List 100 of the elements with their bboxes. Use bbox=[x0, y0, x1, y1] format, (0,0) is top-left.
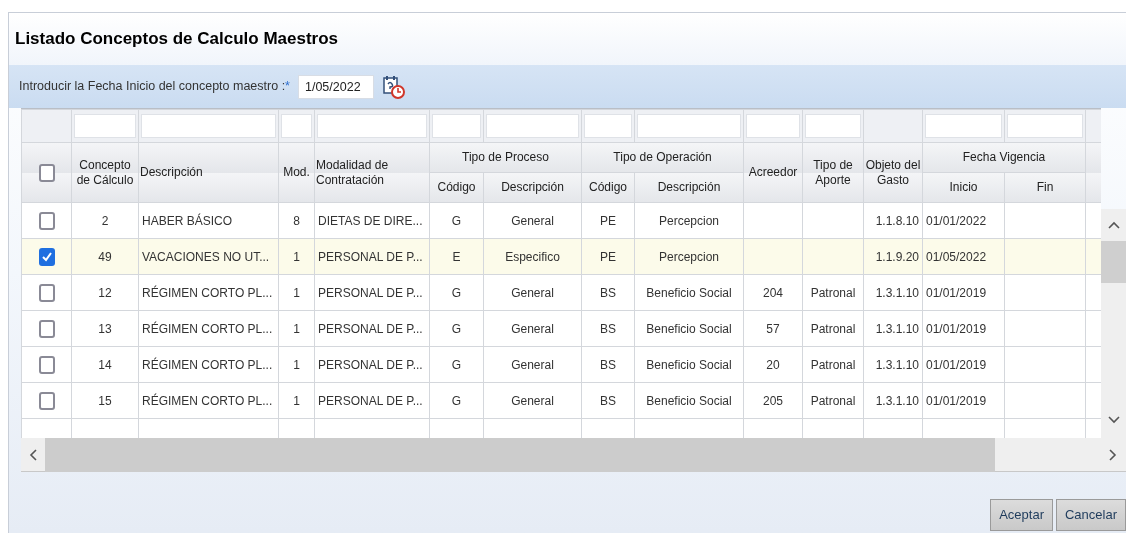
column-header: Tipo de Proceso bbox=[429, 142, 582, 173]
table-cell: 1 bbox=[293, 393, 300, 408]
table-cell: 1.3.1.10 bbox=[875, 393, 919, 408]
column-header: Inicio bbox=[922, 172, 1005, 203]
table-cell: PERSONAL DE P... bbox=[318, 393, 423, 408]
table-cell: PERSONAL DE P... bbox=[318, 357, 423, 372]
checkbox[interactable] bbox=[38, 319, 55, 338]
table-cell: 1.1.9.20 bbox=[875, 249, 919, 264]
column-header: Descripción bbox=[138, 142, 279, 203]
table-cell: 01/01/2019 bbox=[926, 393, 987, 408]
date-label: Introducir la Fecha Inicio del concepto maestro :* bbox=[19, 78, 290, 96]
column-header: Descripción bbox=[483, 172, 582, 203]
table-cell: General bbox=[511, 393, 554, 408]
table-cell: 20 bbox=[766, 357, 780, 372]
table-cell: 1 bbox=[293, 357, 300, 372]
table-cell: E bbox=[452, 249, 461, 264]
filter-field[interactable] bbox=[486, 114, 579, 138]
table-cell: 1 bbox=[293, 285, 300, 300]
table-cell: Patronal bbox=[810, 285, 856, 300]
table-cell: 1 bbox=[293, 249, 300, 264]
column-header: Concepto de Cálculo bbox=[71, 142, 139, 203]
table-cell: Beneficio Social bbox=[646, 393, 732, 408]
table-cell: G bbox=[451, 321, 462, 336]
table-cell: 1.3.1.10 bbox=[875, 357, 919, 372]
table-cell: Beneficio Social bbox=[646, 357, 732, 372]
table-cell: PE bbox=[600, 213, 616, 228]
checkbox[interactable] bbox=[38, 391, 55, 410]
filter-field[interactable] bbox=[432, 114, 481, 138]
table-cell: General bbox=[511, 285, 554, 300]
table-cell: 13 bbox=[98, 321, 112, 336]
table-cell: 57 bbox=[766, 321, 780, 336]
checkbox[interactable] bbox=[38, 163, 55, 182]
checkbox[interactable] bbox=[38, 283, 55, 302]
column-header: Código bbox=[429, 172, 484, 203]
date-field[interactable]: 1/05/2022 bbox=[298, 74, 374, 99]
filter-field[interactable] bbox=[317, 114, 427, 138]
filter-field[interactable] bbox=[925, 114, 1002, 138]
table-cell: G bbox=[451, 285, 462, 300]
filter-field[interactable] bbox=[141, 114, 276, 138]
table-cell: BS bbox=[600, 393, 616, 408]
table-cell: Patronal bbox=[810, 357, 856, 372]
filter-field[interactable] bbox=[281, 114, 312, 138]
table-cell: 15 bbox=[98, 393, 112, 408]
filter-field[interactable] bbox=[1007, 114, 1083, 138]
table-cell: DIETAS DE DIRE... bbox=[318, 213, 423, 228]
table-cell: 01/01/2019 bbox=[926, 357, 987, 372]
scrollbar-thumb[interactable] bbox=[45, 437, 995, 472]
table-cell: 01/05/2022 bbox=[926, 249, 987, 264]
table-cell: Patronal bbox=[810, 393, 856, 408]
vertical-scrollbar[interactable] bbox=[1101, 209, 1126, 438]
table-cell: RÉGIMEN CORTO PL... bbox=[142, 285, 273, 300]
column-header: Modalidad de Contratación bbox=[314, 142, 430, 203]
checkbox[interactable] bbox=[38, 211, 55, 230]
table-cell: G bbox=[451, 393, 462, 408]
filter-field[interactable] bbox=[74, 114, 136, 138]
table-cell: 01/01/2019 bbox=[926, 285, 987, 300]
filter-field[interactable] bbox=[637, 114, 741, 138]
scroll-up-icon[interactable] bbox=[1108, 221, 1120, 229]
table-cell: 01/01/2019 bbox=[926, 321, 987, 336]
table-cell: Especifico bbox=[505, 249, 560, 264]
table-cell: PE bbox=[600, 249, 616, 264]
table-cell: 204 bbox=[763, 285, 783, 300]
table-cell: 2 bbox=[101, 213, 109, 228]
table-cell: 01/01/2022 bbox=[926, 213, 987, 228]
horizontal-scrollbar[interactable] bbox=[21, 438, 1126, 472]
scroll-left-icon[interactable] bbox=[29, 448, 37, 461]
table-cell: PERSONAL DE P... bbox=[318, 249, 423, 264]
dialog-button[interactable]: Aceptar bbox=[990, 499, 1053, 531]
checkbox[interactable] bbox=[38, 247, 55, 266]
filter-field[interactable] bbox=[584, 114, 632, 138]
dialog-title: Listado Conceptos de Calculo Maestros bbox=[15, 28, 339, 51]
table-cell: General bbox=[511, 357, 554, 372]
table-cell: 1.1.8.10 bbox=[875, 213, 919, 228]
table-cell: RÉGIMEN CORTO PL... bbox=[142, 357, 273, 372]
table-cell: G bbox=[451, 357, 462, 372]
table-cell: RÉGIMEN CORTO PL... bbox=[142, 393, 273, 408]
scroll-down-icon[interactable] bbox=[1108, 416, 1120, 424]
column-header: Fecha Vigencia bbox=[922, 142, 1086, 173]
column-header: Tipo de Operación bbox=[581, 142, 744, 173]
filter-field[interactable] bbox=[805, 114, 861, 138]
table-cell: Beneficio Social bbox=[646, 285, 732, 300]
scroll-right-icon[interactable] bbox=[1109, 448, 1117, 461]
filter-field[interactable] bbox=[746, 114, 800, 138]
table-cell: G bbox=[451, 213, 462, 228]
column-header: Mod. bbox=[278, 142, 315, 203]
table-cell: Beneficio Social bbox=[646, 321, 732, 336]
table-cell: Percepcion bbox=[658, 249, 719, 264]
table-cell: 8 bbox=[293, 213, 300, 228]
table-cell: 205 bbox=[763, 393, 783, 408]
table-cell: 49 bbox=[98, 249, 112, 264]
column-header: Objeto del Gasto bbox=[863, 142, 923, 203]
dialog-button[interactable]: Cancelar bbox=[1055, 499, 1126, 531]
scrollbar-thumb[interactable] bbox=[1101, 241, 1126, 283]
table-cell: 1.3.1.10 bbox=[875, 321, 919, 336]
table-cell: PERSONAL DE P... bbox=[318, 285, 423, 300]
calendar-clock-icon[interactable] bbox=[382, 74, 406, 99]
table-cell: General bbox=[511, 321, 554, 336]
table-cell: 12 bbox=[98, 285, 112, 300]
table-cell: General bbox=[511, 213, 554, 228]
checkbox[interactable] bbox=[38, 355, 55, 374]
